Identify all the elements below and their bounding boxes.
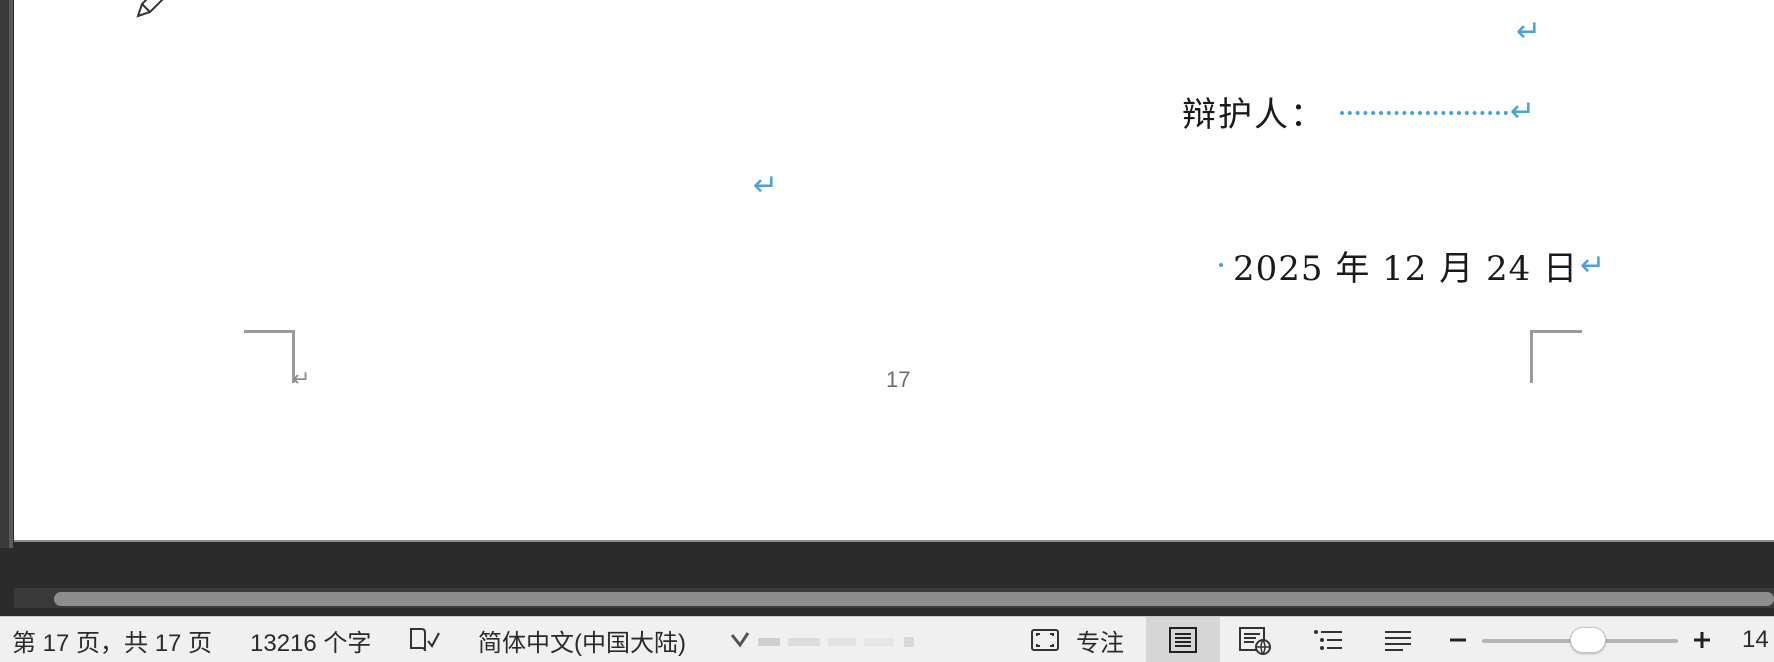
crop-mark-right xyxy=(1530,330,1582,383)
pen-icon xyxy=(136,0,164,18)
web-layout-icon[interactable] xyxy=(1238,617,1272,662)
focus-label[interactable]: 专注 xyxy=(1076,617,1124,662)
draft-icon[interactable] xyxy=(1383,617,1413,662)
outline-icon[interactable] xyxy=(1312,617,1344,662)
defender-label: 辩护人： xyxy=(1182,94,1326,135)
accessibility-icon[interactable] xyxy=(728,617,928,662)
page-count-indicator[interactable]: 第 17 页，共 17 页 xyxy=(12,617,212,662)
left-edge-strip xyxy=(0,0,13,548)
paragraph-mark: ↵ xyxy=(1580,247,1606,283)
word-count-indicator[interactable]: 13216 个字 xyxy=(250,617,371,662)
horizontal-scrollbar-thumb[interactable] xyxy=(54,592,1774,606)
document-date: 2025 年 12 月 24 日 xyxy=(1233,248,1579,289)
space-mark xyxy=(1219,263,1223,267)
zoom-in-icon[interactable] xyxy=(1692,617,1712,662)
focus-icon[interactable] xyxy=(1030,617,1060,662)
date-line[interactable]: 2025 年 12 月 24 日 ↵ xyxy=(1219,244,1606,289)
paragraph-mark: ↵ xyxy=(1516,14,1542,49)
status-bar: 第 17 页，共 17 页 13216 个字 简体中文(中国大陆) 专注 14 xyxy=(0,616,1774,662)
defender-signature-line[interactable]: 辩护人： ↵ xyxy=(1182,90,1536,135)
zoom-out-icon[interactable] xyxy=(1448,617,1468,662)
paragraph-mark: ↵ xyxy=(1510,93,1536,129)
paragraph-mark: ↵ xyxy=(753,168,779,203)
footer-page-number: 17 xyxy=(886,367,911,392)
crop-mark-left xyxy=(244,330,295,383)
print-layout-icon[interactable] xyxy=(1167,617,1199,662)
signature-blank-leader xyxy=(1340,111,1508,115)
zoom-slider-thumb[interactable] xyxy=(1570,627,1606,653)
language-indicator[interactable]: 简体中文(中国大陆) xyxy=(478,617,686,662)
proofing-book-icon[interactable] xyxy=(408,617,442,662)
footer-paragraph-mark: ↵ xyxy=(292,367,311,392)
document-page[interactable]: ↵ 辩护人： ↵ ↵ 2025 年 12 月 24 日 ↵ ↵ 17 xyxy=(14,0,1774,542)
horizontal-scrollbar[interactable] xyxy=(14,588,1774,608)
zoom-level[interactable]: 14 xyxy=(1742,617,1769,662)
word-window: ↵ 辩护人： ↵ ↵ 2025 年 12 月 24 日 ↵ ↵ 17 第 17 … xyxy=(0,0,1774,662)
